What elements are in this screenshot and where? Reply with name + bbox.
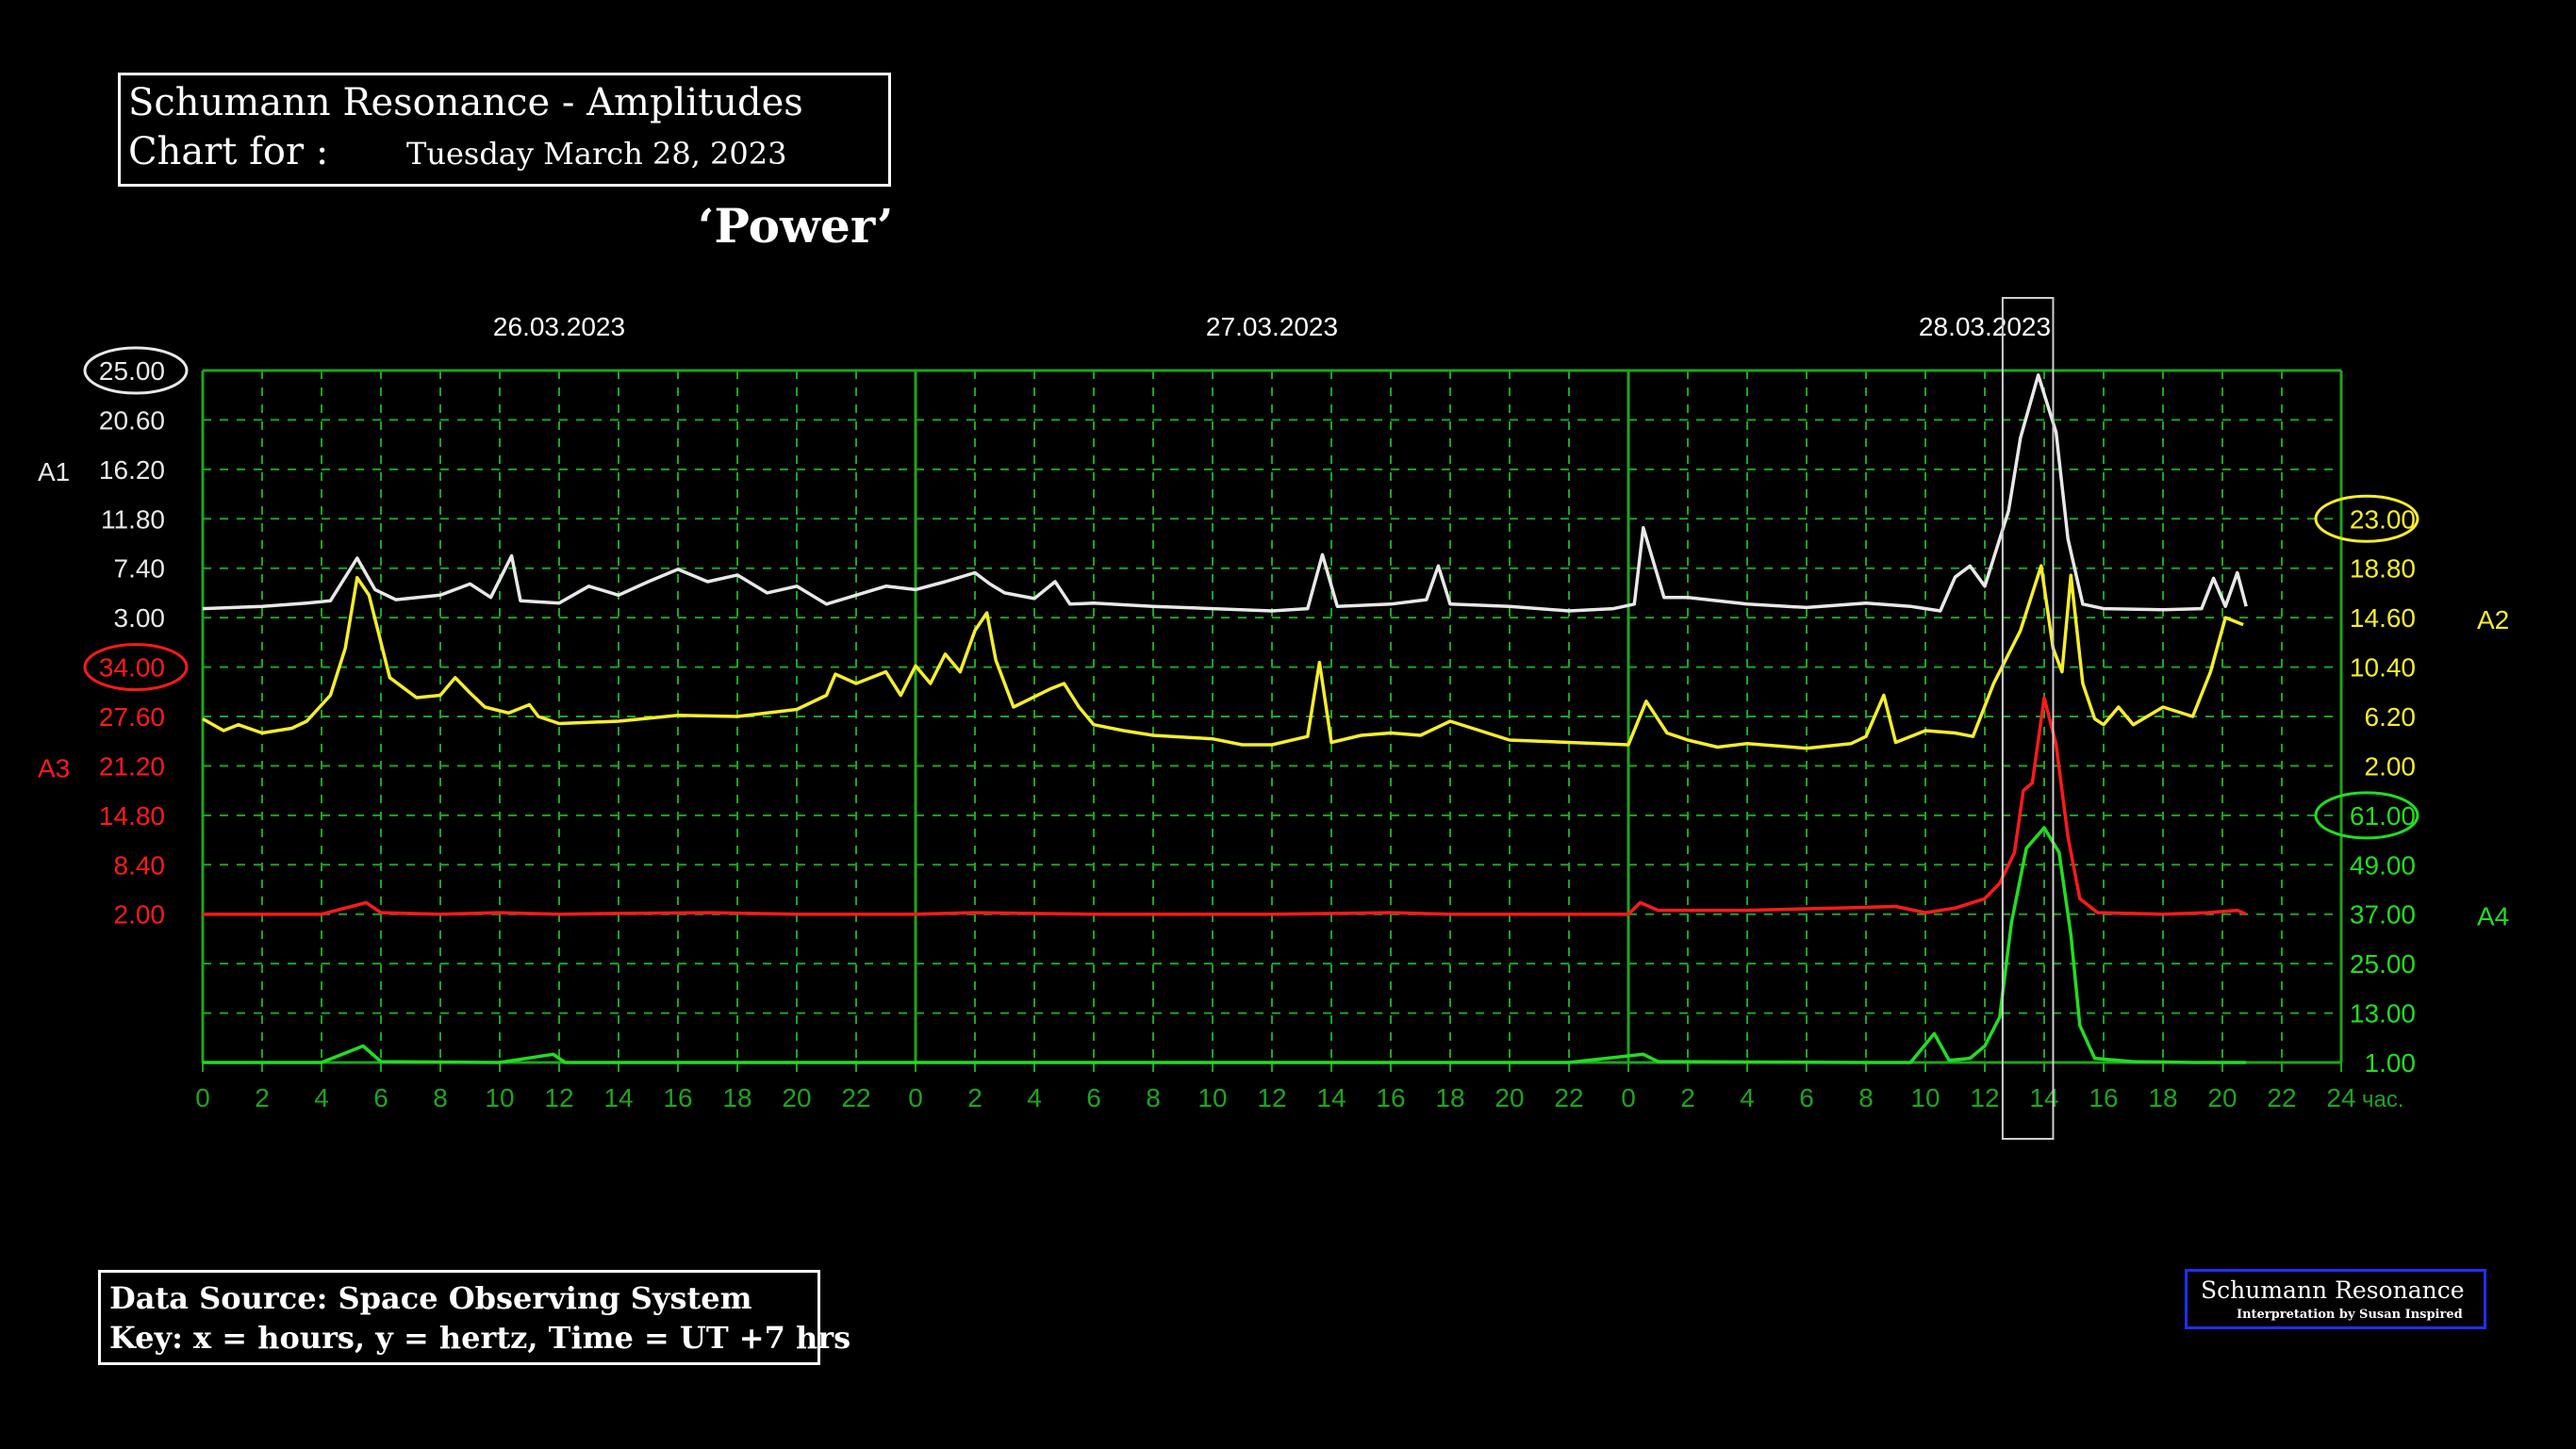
x-unit-label: час.	[2362, 1087, 2404, 1112]
y-tick-label-a4: 61.00	[2350, 801, 2416, 831]
credit-title: Schumann Resonance	[2201, 1276, 2465, 1304]
x-tick-label: 2	[1680, 1083, 1695, 1112]
x-tick-label: 4	[314, 1083, 329, 1112]
x-tick-label: 2	[967, 1083, 983, 1112]
x-tick-label: 14	[1316, 1083, 1346, 1112]
x-tick-label: 10	[1910, 1083, 1940, 1112]
y-tick-label-a1: 7.40	[114, 554, 166, 584]
x-tick-label: 16	[1376, 1083, 1405, 1112]
y-tick-label-a1: 11.80	[101, 504, 165, 534]
x-tick-label: 10	[485, 1083, 514, 1112]
x-tick-label: 16	[2089, 1083, 2118, 1112]
x-tick-label: 0	[908, 1083, 923, 1112]
axis-name-a4: A4	[2477, 902, 2509, 931]
credit-byline: Interpretation by Susan Inspired	[2237, 1308, 2463, 1322]
y-tick-label-a3: 27.60	[99, 702, 165, 732]
axis-name-a1: A1	[38, 457, 70, 486]
x-tick-label: 18	[2148, 1083, 2177, 1112]
series-line-a4	[203, 826, 2247, 1064]
y-tick-label-a3: 14.80	[99, 801, 165, 831]
x-tick-label: 12	[1970, 1083, 1999, 1112]
x-tick-label: 4	[1027, 1083, 1042, 1112]
x-tick-label: 8	[1858, 1083, 1874, 1112]
y-tick-label-a2: 23.00	[2350, 504, 2416, 534]
x-tick-label: 6	[373, 1083, 388, 1112]
data-source-text: Data Source: Space Observing System	[109, 1280, 752, 1316]
x-tick-label: 24	[2326, 1083, 2355, 1112]
y-tick-label-a1: 16.20	[99, 455, 165, 485]
y-tick-label-a4: 49.00	[2350, 850, 2416, 880]
x-tick-label: 2	[255, 1083, 270, 1112]
x-tick-label: 20	[782, 1083, 811, 1112]
y-tick-label-a3: 8.40	[114, 850, 166, 880]
series-line-a1	[202, 373, 2248, 613]
y-tick-label-a4: 13.00	[2350, 999, 2416, 1029]
x-tick-label: 20	[2207, 1083, 2237, 1112]
x-tick-label: 22	[1554, 1083, 1583, 1112]
schumann-chart: 25.00 20.60 16.20 11.80 7.40 3.00 A1 34.00 27.60…	[38, 297, 2509, 1140]
y-tick-label-a3: 34.00	[99, 653, 165, 683]
y-tick-label-a4: 25.00	[2350, 949, 2416, 979]
x-tick-label: 18	[722, 1083, 751, 1112]
x-tick-label: 20	[1494, 1083, 1524, 1112]
x-tick-label: 22	[841, 1083, 870, 1112]
axis-name-a2: A2	[2477, 605, 2509, 634]
key-text: Key: x = hours, y = hertz, Time = UT +7 …	[109, 1320, 851, 1356]
y-tick-label-a2: 6.20	[2365, 702, 2417, 732]
x-tick-label: 14	[2029, 1083, 2058, 1112]
day-label: 28.03.2023	[1919, 312, 2051, 341]
x-tick-label: 16	[663, 1083, 692, 1112]
y-tick-label-a2: 14.60	[2350, 603, 2416, 633]
x-tick-label: 12	[1257, 1083, 1286, 1112]
series-layer	[202, 373, 2248, 1064]
grid	[201, 369, 2343, 1072]
x-tick-label: 10	[1197, 1083, 1227, 1112]
y-tick-label-a1: 20.60	[99, 405, 165, 435]
x-tick-label: 6	[1086, 1083, 1101, 1112]
y-tick-label-a2: 2.00	[2365, 751, 2417, 781]
data-source-box: Data Source: Space Observing System Key:…	[98, 1270, 850, 1365]
credit-box: Schumann Resonance Interpretation by Sus…	[2185, 1269, 2486, 1329]
x-tick-label: 12	[544, 1083, 573, 1112]
y-tick-label-a1: 25.00	[99, 356, 165, 386]
x-tick-label: 18	[1435, 1083, 1464, 1112]
y-tick-label-a3: 21.20	[99, 751, 165, 781]
y-tick-label-a2: 10.40	[2350, 653, 2416, 683]
y-tick-label-a4: 1.00	[2365, 1048, 2417, 1078]
day-label: 27.03.2023	[1206, 312, 1338, 341]
x-tick-label: 4	[1740, 1083, 1755, 1112]
y-tick-label-a1: 3.00	[114, 603, 166, 633]
x-tick-label: 0	[195, 1083, 210, 1112]
day-label: 26.03.2023	[493, 312, 625, 341]
x-tick-label: 22	[2267, 1083, 2296, 1112]
y-tick-label-a4: 37.00	[2350, 900, 2416, 930]
x-tick-label: 14	[603, 1083, 633, 1112]
x-tick-label: 8	[433, 1083, 448, 1112]
x-tick-label: 6	[1799, 1083, 1814, 1112]
x-tick-label: 8	[1146, 1083, 1161, 1112]
axis-name-a3: A3	[38, 753, 70, 782]
y-tick-label-a3: 2.00	[114, 900, 166, 930]
series-line-a2	[202, 564, 2244, 750]
x-tick-label: 0	[1621, 1083, 1636, 1112]
y-tick-label-a2: 18.80	[2350, 554, 2416, 584]
